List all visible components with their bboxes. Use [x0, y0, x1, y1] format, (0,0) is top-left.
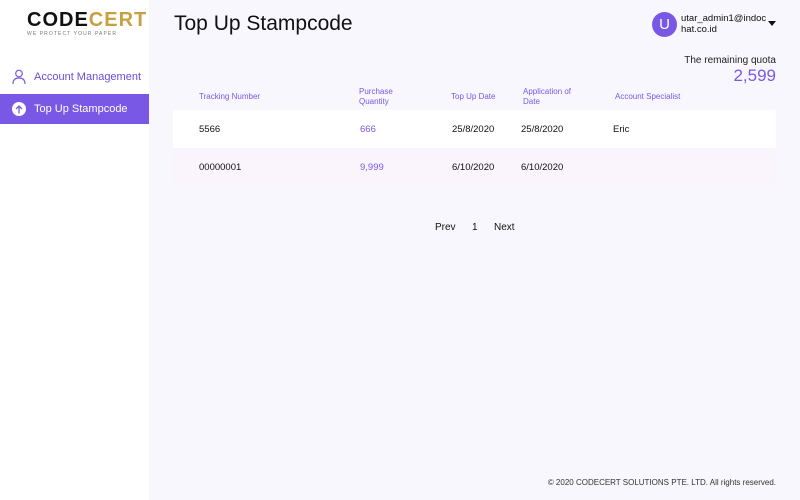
cell-tracking-number: 00000001 — [199, 162, 242, 173]
logo-tagline: WE PROTECT YOUR PAPER — [27, 31, 118, 37]
cell-top-up-date: 6/10/2020 — [452, 162, 495, 173]
cell-application-date: 6/10/2020 — [521, 162, 564, 173]
column-header-purchase-quantity: Purchase Quantity — [359, 87, 393, 106]
user-icon — [12, 69, 26, 85]
cell-application-date: 25/8/2020 — [521, 124, 564, 135]
page-number-button[interactable]: 1 — [472, 222, 478, 233]
page-title: Top Up Stampcode — [174, 12, 353, 35]
next-page-button[interactable]: Next — [494, 222, 515, 233]
cell-tracking-number: 5566 — [199, 124, 221, 135]
cell-top-up-date: 25/8/2020 — [452, 124, 495, 135]
column-header-top-up-date: Top Up Date — [451, 92, 496, 101]
cell-account-specialist: Eric — [613, 124, 630, 135]
footer-copyright: © 2020 CODECERT SOLUTIONS PTE. LTD. All … — [547, 478, 776, 487]
logo-wordmark: CODECERT — [27, 9, 148, 31]
chevron-down-icon[interactable] — [768, 21, 776, 26]
arrow-up-circle-icon — [12, 101, 26, 117]
avatar[interactable]: U — [652, 12, 677, 37]
table-row: 5566 666 25/8/2020 25/8/2020 Eric — [173, 110, 776, 148]
sidebar-item-top-up-stampcode[interactable]: Top Up Stampcode — [0, 94, 149, 124]
cell-purchase-quantity-link[interactable]: 666 — [360, 124, 376, 135]
sidebar: CODECERT WE PROTECT YOUR PAPER Account M… — [0, 0, 149, 500]
prev-page-button[interactable]: Prev — [435, 222, 456, 233]
cell-purchase-quantity-link[interactable]: 9,999 — [360, 162, 384, 173]
quota-label: The remaining quota — [684, 55, 776, 66]
user-email: utar_admin1@indochat.co.id — [681, 13, 767, 35]
user-menu[interactable]: U utar_admin1@indochat.co.id — [652, 12, 782, 40]
quota-value: 2,599 — [733, 66, 776, 85]
sidebar-item-account-management[interactable]: Account Management — [0, 62, 149, 92]
sidebar-item-label: Top Up Stampcode — [34, 103, 128, 115]
column-header-account-specialist: Account Specialist — [615, 92, 681, 101]
column-header-application-of-date: Application of Date — [523, 87, 572, 106]
sidebar-item-label: Account Management — [34, 71, 142, 83]
codecert-logo[interactable]: CODECERT WE PROTECT YOUR PAPER — [27, 9, 148, 39]
table-row: 00000001 9,999 6/10/2020 6/10/2020 — [173, 148, 776, 186]
column-header-tracking-number: Tracking Number — [199, 92, 261, 101]
